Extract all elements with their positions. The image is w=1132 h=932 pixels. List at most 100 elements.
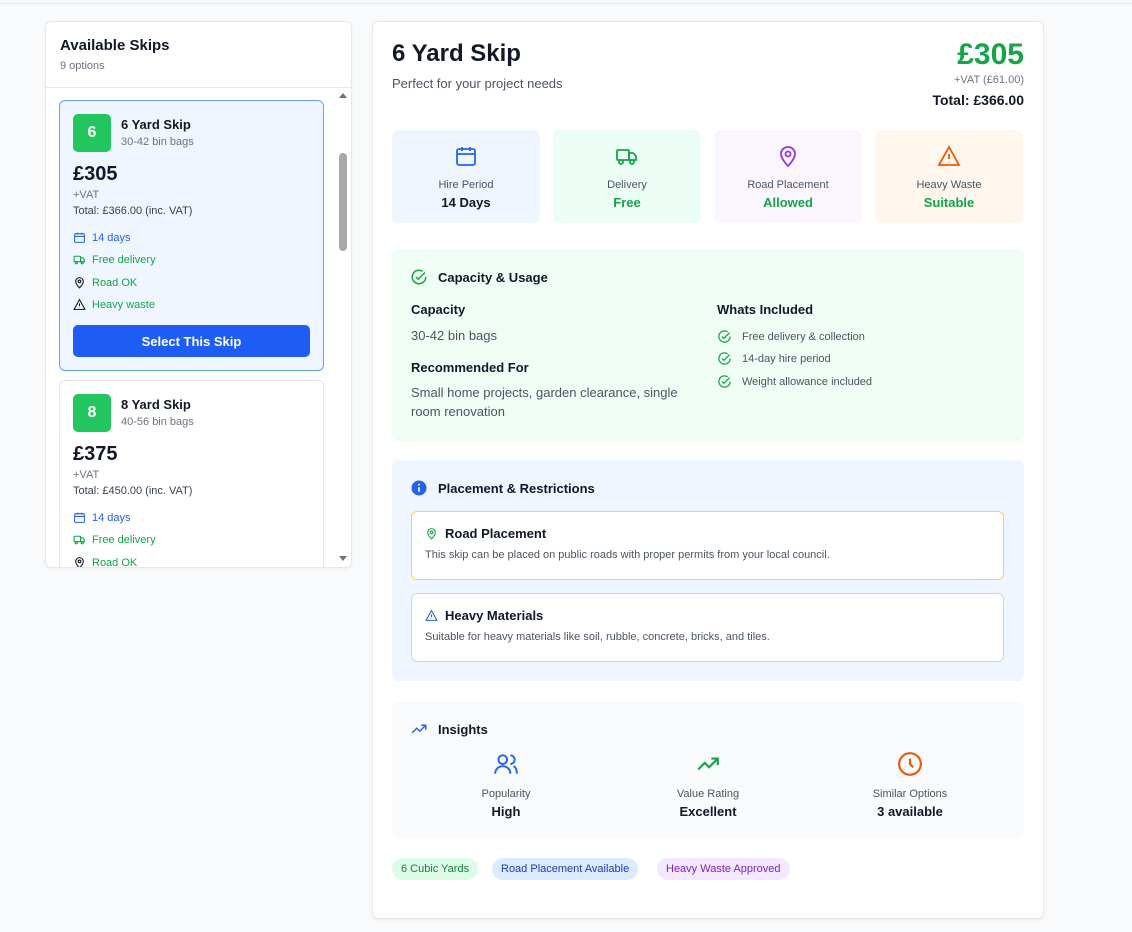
warning-icon: [937, 145, 961, 166]
skip-card-vat: +VAT: [73, 189, 100, 201]
insight-value: Excellent: [679, 804, 737, 819]
skip-card-8-yard[interactable]: 8 8 Yard Skip 40-56 bin bags £375 +VAT T…: [59, 380, 324, 568]
warning-icon: [73, 298, 86, 310]
feature-hire-period: 14 days: [73, 231, 131, 244]
detail-vat: +VAT (£61.00): [953, 74, 1024, 86]
tag-road-placement: Road Placement Available: [492, 858, 639, 880]
feature-label: Heavy waste: [92, 298, 155, 311]
feature-label: Free delivery: [92, 253, 156, 266]
insight-label: Value Rating: [676, 788, 740, 800]
tile-label: Heavy Waste: [916, 179, 982, 191]
section-heading: Capacity & Usage: [410, 268, 548, 286]
warning-icon: [425, 609, 438, 621]
tile-value: 14 Days: [441, 195, 491, 210]
skip-list-panel: Available Skips 9 options 6 6 Yard Skip …: [45, 21, 352, 568]
feature-delivery: Free delivery: [73, 253, 156, 266]
scroll-thumb[interactable]: [339, 153, 347, 251]
included-item-label: 14-day hire period: [742, 352, 831, 365]
skip-card-6-yard[interactable]: 6 6 Yard Skip 30-42 bin bags £305 +VAT T…: [59, 100, 324, 371]
skip-list-header: Available Skips 9 options: [46, 22, 351, 88]
skip-card-total: Total: £366.00 (inc. VAT): [73, 205, 193, 217]
tile-heavy-waste: Heavy Waste Suitable: [875, 130, 1023, 223]
skip-card-vat: +VAT: [73, 469, 100, 481]
included-item: Weight allowance included: [717, 374, 872, 389]
skip-list[interactable]: 6 6 Yard Skip 30-42 bin bags £305 +VAT T…: [46, 88, 336, 568]
skip-card-price: £375: [73, 443, 118, 465]
road-placement-text: This skip can be placed on public roads …: [425, 549, 830, 561]
skip-card-name: 6 Yard Skip: [121, 117, 191, 132]
clock-icon: [898, 752, 922, 776]
calendar-icon: [74, 512, 85, 523]
included-item-label: Free delivery & collection: [742, 330, 865, 343]
check-circle-icon: [718, 330, 731, 343]
scroll-down-arrow-icon[interactable]: [339, 556, 347, 561]
feature-heavy-waste: Heavy waste: [73, 298, 155, 311]
select-skip-button[interactable]: Select This Skip: [73, 325, 310, 357]
feature-delivery: Free delivery: [73, 533, 156, 546]
skip-card-bags: 40-56 bin bags: [121, 416, 194, 428]
insight-value: High: [491, 804, 521, 819]
heavy-materials-card: Heavy Materials Suitable for heavy mater…: [411, 593, 1004, 662]
feature-label: Road OK: [92, 276, 138, 289]
skip-card-name: 8 Yard Skip: [121, 397, 191, 412]
feature-label: 14 days: [92, 231, 131, 244]
feature-label: Road OK: [92, 556, 138, 568]
tile-value: Suitable: [923, 195, 975, 210]
section-heading-label: Placement & Restrictions: [438, 480, 595, 496]
page-subtitle: Perfect for your project needs: [392, 76, 563, 91]
road-placement-card: Road Placement This skip can be placed o…: [411, 511, 1004, 580]
capacity-value: 30-42 bin bags: [411, 328, 498, 343]
truck-icon: [73, 535, 85, 545]
capacity-label: Capacity: [411, 302, 466, 317]
road-placement-title: Road Placement: [425, 526, 990, 541]
calendar-icon: [74, 232, 85, 243]
info-icon: [411, 480, 427, 496]
capacity-usage-section: Capacity & Usage Capacity 30-42 bin bags…: [392, 249, 1024, 441]
skip-card-price: £305: [73, 163, 118, 185]
insight-popularity: Popularity High: [416, 751, 596, 819]
tile-road-placement: Road Placement Allowed: [714, 130, 862, 223]
check-circle-icon: [411, 269, 427, 285]
insight-value: 3 available: [877, 804, 943, 819]
tile-label: Delivery: [607, 179, 647, 191]
tile-value: Allowed: [763, 195, 813, 210]
insights-section: Insights Popularity High Value Rating Ex…: [392, 701, 1024, 838]
page-title: 6 Yard Skip: [392, 40, 521, 67]
skip-size-badge: 8: [73, 394, 111, 432]
heavy-materials-text: Suitable for heavy materials like soil, …: [425, 631, 770, 643]
skip-count: 9 options: [60, 60, 105, 72]
tag-heavy-waste: Heavy Waste Approved: [657, 858, 790, 880]
recommended-value: Small home projects, garden clearance, s…: [411, 385, 678, 419]
feature-road: Road OK: [73, 556, 138, 568]
feature-hire-period: 14 days: [73, 511, 131, 524]
detail-price: £305: [957, 38, 1024, 71]
skip-card-bags: 30-42 bin bags: [121, 136, 194, 148]
map-pin-icon: [75, 557, 84, 567]
section-heading-label: Capacity & Usage: [438, 269, 548, 285]
included-item-label: Weight allowance included: [742, 375, 873, 388]
tile-hire-period: Hire Period 14 Days: [392, 130, 540, 223]
tile-label: Road Placement: [747, 179, 829, 191]
check-circle-icon: [718, 352, 731, 365]
calendar-icon: [456, 147, 476, 166]
tile-label: Hire Period: [438, 179, 494, 191]
check-circle-icon: [718, 375, 731, 388]
included-item: 14-day hire period: [717, 351, 831, 366]
skip-list-scrollbar[interactable]: [335, 88, 351, 567]
section-heading: Placement & Restrictions: [410, 479, 595, 497]
feature-label: Free delivery: [92, 533, 156, 546]
map-pin-icon: [75, 277, 84, 289]
truck-icon: [616, 149, 637, 165]
recommended-label: Recommended For: [411, 360, 529, 375]
insight-label: Popularity: [481, 788, 531, 800]
heavy-materials-title-label: Heavy Materials: [445, 608, 544, 623]
feature-road: Road OK: [73, 276, 137, 289]
heavy-materials-title: Heavy Materials: [425, 608, 990, 623]
scroll-up-arrow-icon[interactable]: [339, 93, 347, 98]
placement-restrictions-section: Placement & Restrictions Road Placement …: [392, 460, 1024, 681]
detail-total: Total: £366.00: [932, 92, 1024, 108]
trending-up-icon: [411, 724, 427, 734]
section-heading-label: Insights: [438, 721, 488, 737]
skip-detail-panel: 6 Yard Skip Perfect for your project nee…: [372, 21, 1044, 919]
skip-card-total: Total: £450.00 (inc. VAT): [73, 485, 193, 497]
